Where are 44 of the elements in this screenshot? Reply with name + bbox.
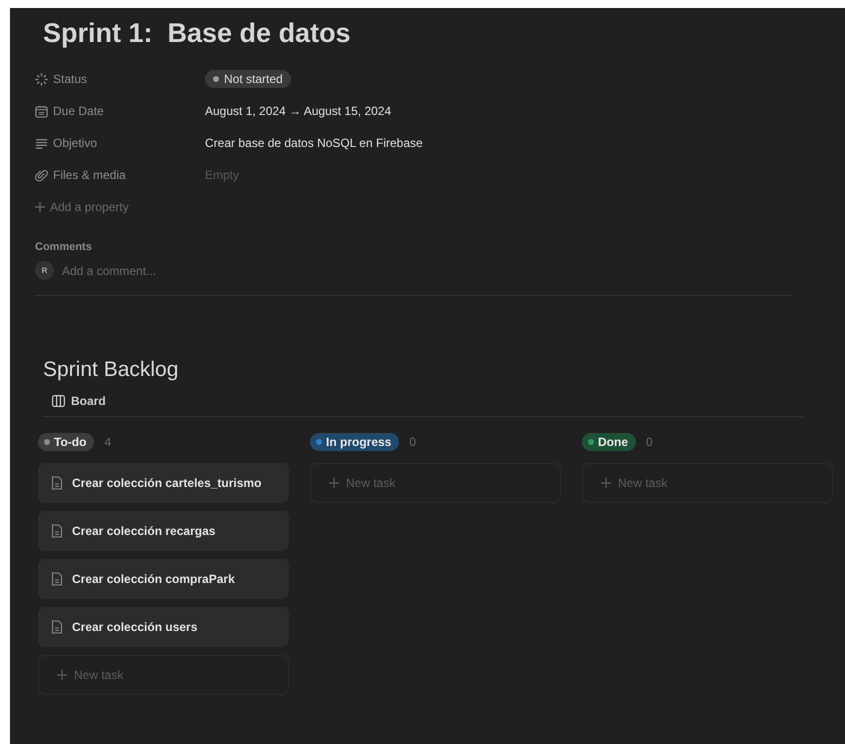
property-label[interactable]: Objetivo [53, 136, 98, 150]
property-value[interactable]: Crear base de datos NoSQL en Firebase [205, 136, 423, 150]
new-task-button[interactable]: New task [582, 463, 833, 503]
page-icon [51, 476, 63, 490]
calendar-icon [35, 104, 48, 118]
page-title: Sprint 1: Base de datos [43, 18, 352, 49]
add-property-button[interactable]: Add a property [50, 200, 129, 214]
card-count: 4 [104, 435, 112, 449]
property-label[interactable]: Due Date [53, 104, 104, 118]
paperclip-icon [35, 168, 48, 182]
status-tag[interactable]: Not started [205, 70, 291, 88]
loading-icon [35, 72, 48, 86]
plus-icon [35, 202, 45, 212]
column-label: To-do [38, 433, 94, 451]
plus-icon [601, 478, 611, 488]
page-icon [51, 620, 63, 634]
view-tab[interactable]: Board [71, 394, 106, 408]
task-title: Crear colección carteles_turismo [72, 476, 262, 490]
property-value[interactable]: August 1, 2024 → August 15, 2024 [205, 104, 392, 118]
property-label[interactable]: Status [53, 72, 88, 86]
column-label: In progress [310, 433, 400, 451]
board-icon [52, 395, 65, 407]
task-title: Crear colección recargas [72, 524, 216, 538]
plus-icon [329, 478, 339, 488]
text-lines-icon [35, 136, 48, 150]
plus-icon [57, 670, 67, 680]
task-title: Crear colección users [72, 620, 198, 634]
section-heading: Sprint Backlog [43, 358, 180, 382]
property-label[interactable]: Files & media [53, 168, 126, 182]
comment-field[interactable]: Add a comment... [62, 264, 156, 278]
comments-heading: Comments [35, 241, 93, 253]
task-card[interactable]: Crear colección recargas [38, 511, 289, 551]
avatar: R [35, 261, 54, 280]
card-count: 0 [646, 435, 653, 449]
task-card[interactable]: Crear colección carteles_turismo [38, 463, 289, 503]
card-count: 0 [409, 435, 416, 449]
task-card[interactable]: Crear colección users [38, 607, 289, 647]
page-icon [51, 572, 63, 586]
new-task-button[interactable]: New task [310, 463, 561, 503]
column-label: Done [582, 433, 636, 451]
new-task-button[interactable]: New task [38, 655, 289, 695]
page-icon [51, 524, 63, 538]
task-card[interactable]: Crear colección compraPark [38, 559, 289, 599]
task-title: Crear colección compraPark [72, 572, 235, 586]
